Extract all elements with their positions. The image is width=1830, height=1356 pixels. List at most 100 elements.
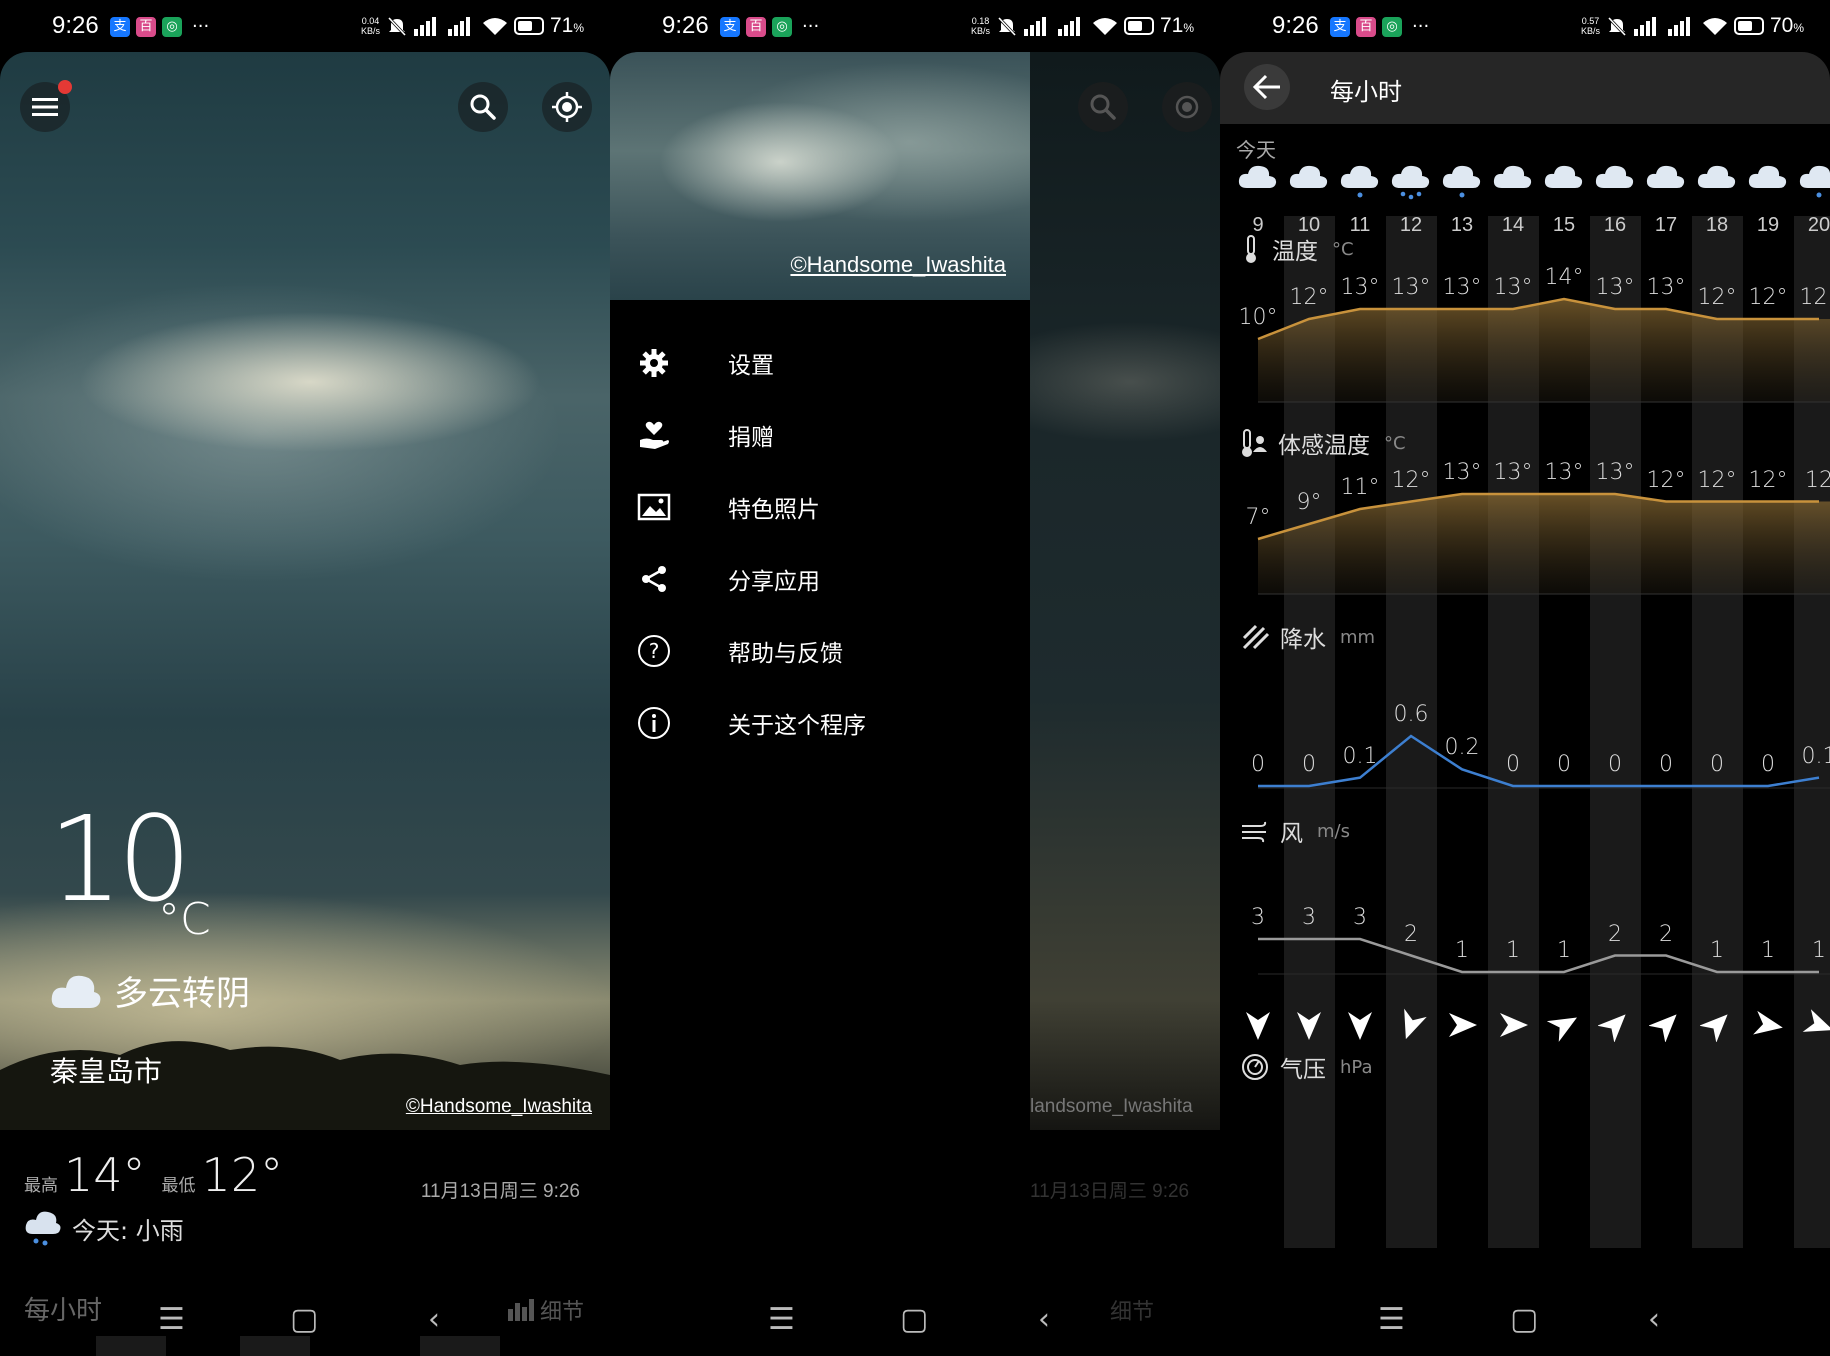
back-nav-button[interactable]: ‹	[1648, 1302, 1660, 1337]
data-label: 2	[1404, 921, 1418, 947]
menu-item-featured-photos[interactable]: 特色照片	[634, 482, 1014, 532]
data-label: 12°	[1748, 285, 1788, 310]
signal-icon	[447, 17, 470, 36]
data-label: 11°	[1340, 475, 1380, 500]
data-label: 0.1	[1801, 743, 1830, 769]
data-label: 1	[1812, 938, 1826, 963]
hourly-app-bar: 每小时	[1220, 52, 1830, 124]
network-speed: 0.57 KB/s	[1580, 16, 1600, 36]
today-forecast: 今天: 小雨	[24, 1210, 184, 1246]
recents-button[interactable]: ☰	[158, 1302, 185, 1337]
alipay-icon: 支	[1330, 16, 1350, 37]
menu-item-donate[interactable]: 捐赠	[634, 410, 1014, 460]
mute-icon	[387, 16, 407, 37]
data-label: 0	[1557, 752, 1571, 777]
hourly-screen: 9:26 支 百 ◎ ··· 0.57 KB/s 70% 每小时 今天 9 10 11…	[1220, 0, 1830, 1356]
condition-text: 多云转阴	[114, 974, 250, 1014]
current-condition: 多云转阴	[50, 966, 250, 1015]
signal-icon	[1023, 17, 1046, 36]
data-label: 3	[1353, 905, 1367, 930]
home-button[interactable]: ▢	[1510, 1302, 1538, 1337]
hamburger-icon	[32, 98, 58, 116]
update-datetime: 11月13日周三 9:26	[420, 1181, 580, 1202]
mute-icon	[1607, 16, 1627, 37]
battery-percent: 70%	[1769, 14, 1804, 37]
cloud-icon	[51, 975, 101, 1008]
data-label: 12°	[1646, 467, 1686, 493]
locate-button[interactable]	[542, 82, 592, 132]
data-label: 2	[1659, 921, 1673, 947]
menu-item-share-app[interactable]: 分享应用	[634, 554, 1014, 604]
battery-percent: 71%	[549, 14, 584, 37]
data-label: 12°	[1289, 285, 1329, 310]
search-button[interactable]	[458, 82, 508, 132]
home-button[interactable]: ▢	[900, 1302, 928, 1337]
data-label: 1	[1710, 938, 1724, 963]
drawer-screen: 9:26 支 百 ◎ ··· 0.18 KB/s 71% ©Handsome_Iw…	[610, 0, 1220, 1356]
back-nav-button[interactable]: ‹	[1038, 1302, 1050, 1337]
drawer-scrim[interactable]: landsome_Iwashita	[1030, 52, 1220, 1130]
data-label: 10°	[1238, 305, 1278, 330]
recents-button[interactable]: ☰	[1378, 1302, 1405, 1337]
data-label: 1	[1506, 938, 1520, 963]
location-target-icon	[1175, 95, 1199, 119]
alipay-icon: 支	[720, 16, 740, 37]
image-icon	[637, 493, 671, 521]
data-label: 13°	[1442, 460, 1482, 485]
hourly-chart-area[interactable]: 今天 9 10 11 12 13 14 15 16 17 18 19 20 温度 °C 体感温度 °C 降…	[1220, 124, 1830, 1284]
city-name[interactable]: 秦皇岛市	[50, 1050, 162, 1090]
data-label: 3	[1251, 905, 1265, 930]
menu-button[interactable]	[20, 80, 72, 132]
home-button[interactable]: ▢	[290, 1302, 318, 1337]
status-bar: 9:26 支 百 ◎ ··· 0.57 KB/s 70%	[1220, 0, 1830, 52]
data-label: 13°	[1646, 275, 1686, 300]
system-nav-bar: ☰ ▢ ‹	[0, 1286, 610, 1356]
data-label: 13°	[1340, 275, 1380, 300]
low-label: 最低	[161, 1176, 196, 1196]
menu-item-help-feedback[interactable]: ? 帮助与反馈	[634, 626, 1014, 676]
battery-icon	[1123, 17, 1154, 35]
app-notification-icon: ◎	[162, 16, 182, 37]
back-nav-button[interactable]: ‹	[428, 1302, 440, 1337]
mute-icon	[997, 16, 1017, 37]
data-label: 0	[1251, 752, 1265, 777]
status-bar: 9:26 支 百 ◎ ··· 0.04 KB/s 71%	[0, 0, 610, 52]
app-notification-icon: 百	[136, 16, 156, 37]
back-button[interactable]	[1244, 64, 1290, 110]
menu-item-settings[interactable]: 设置	[634, 338, 1014, 388]
status-app-icons: 支 百 ◎ ···	[110, 16, 209, 37]
more-notifications-icon: ···	[802, 16, 820, 37]
photo-credit-link[interactable]: ©Handsome_Iwashita	[406, 1096, 592, 1118]
navigation-drawer: 设置 捐赠 特色照片 分享应用 ? 帮助与反馈 关于这个程序	[610, 300, 1030, 1356]
main-weather-screen: 9:26 支 百 ◎ ··· 0.04 KB/s 71% 10 °C 多云转阴 …	[0, 0, 610, 1356]
data-label: 12	[1805, 467, 1830, 493]
more-notifications-icon: ···	[192, 16, 210, 37]
network-speed: 0.04 KB/s	[360, 16, 380, 36]
notification-dot	[58, 80, 72, 94]
data-label: 12°	[1391, 467, 1431, 493]
data-label: 3	[1302, 905, 1316, 930]
system-nav-bar: ☰ ▢ ‹	[610, 1286, 1220, 1356]
alipay-icon: 支	[110, 16, 130, 37]
app-notification-icon: 百	[1356, 16, 1376, 37]
high-label: 最高	[24, 1176, 58, 1196]
menu-item-about[interactable]: 关于这个程序	[634, 698, 1014, 748]
status-time: 9:26	[662, 12, 709, 39]
drawer-photo-credit-link[interactable]: ©Handsome_Iwashita	[790, 252, 1006, 278]
datetime-dimmed: 11月13日周三 9:26	[1030, 1181, 1190, 1202]
status-bar: 9:26 支 百 ◎ ··· 0.18 KB/s 71%	[610, 0, 1220, 52]
data-label: 1	[1761, 938, 1775, 963]
network-speed: 0.18 KB/s	[970, 16, 990, 36]
data-label: 13°	[1493, 275, 1533, 300]
chart-area-fill	[1258, 299, 1830, 402]
locate-button-dimmed	[1162, 82, 1212, 132]
data-label: 12°	[1697, 467, 1737, 493]
arrow-left-icon	[1252, 74, 1280, 100]
data-label: 0.6	[1393, 702, 1429, 727]
recents-button[interactable]: ☰	[768, 1302, 795, 1337]
data-label: 13°	[1391, 275, 1431, 300]
signal-icon	[1057, 17, 1080, 36]
data-label: 0	[1302, 752, 1316, 777]
data-label: 13°	[1442, 275, 1482, 300]
battery-icon	[513, 17, 544, 35]
